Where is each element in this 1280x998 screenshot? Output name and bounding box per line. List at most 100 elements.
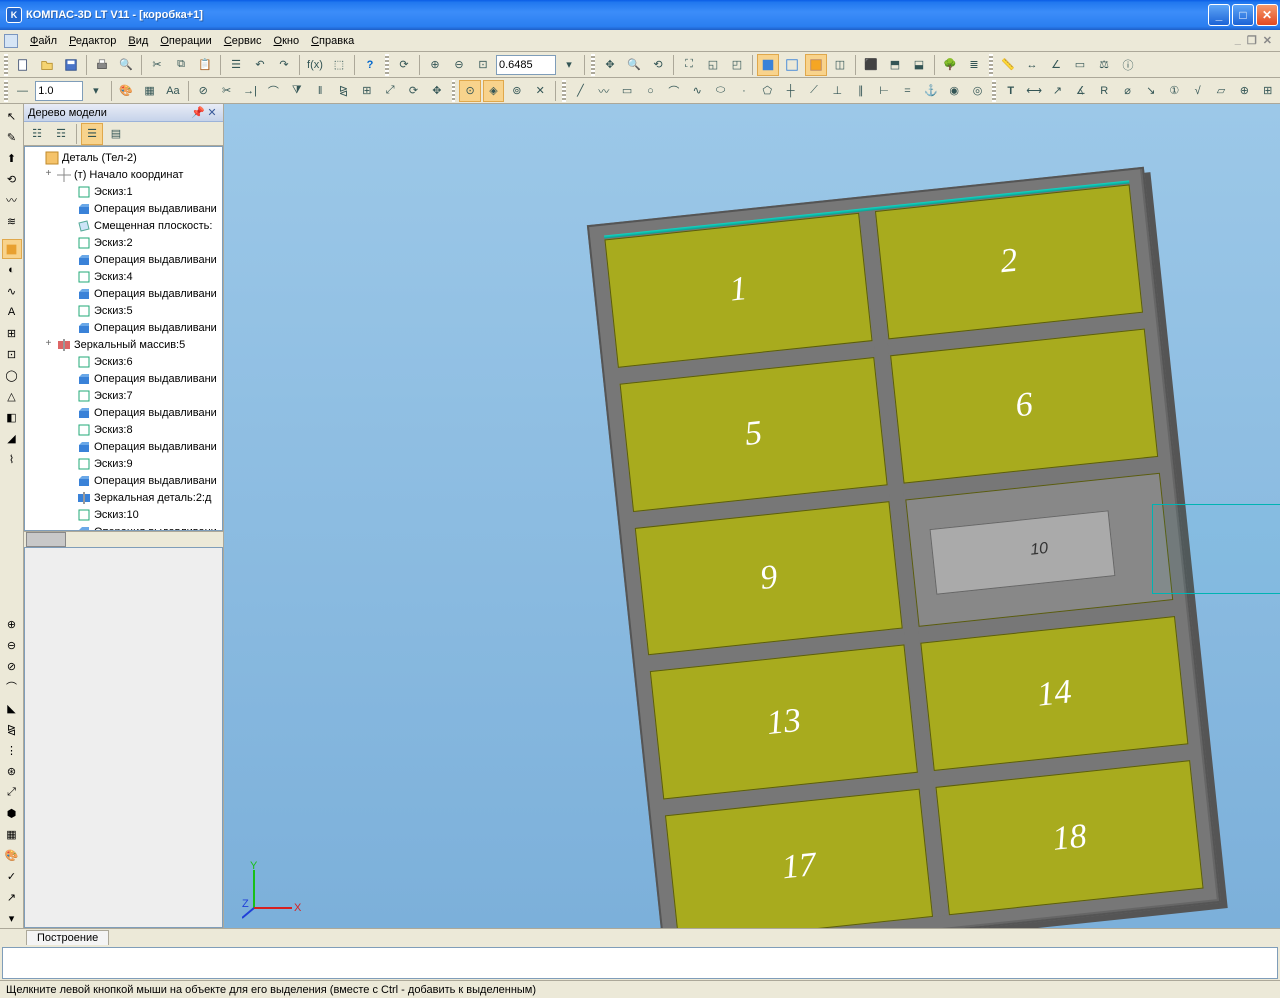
- help-icon[interactable]: ?: [359, 54, 381, 76]
- fit-button[interactable]: ⛶: [678, 54, 700, 76]
- rotate2-button[interactable]: ⟳: [403, 80, 424, 102]
- undo-button[interactable]: ↶: [249, 54, 271, 76]
- shell-button[interactable]: ◧: [2, 407, 22, 427]
- tree-node[interactable]: Эскиз:6: [25, 353, 222, 370]
- fix-tool[interactable]: ⚓: [920, 80, 941, 102]
- move-button[interactable]: ✥: [426, 80, 447, 102]
- tree-node[interactable]: +Зеркальный массив:5: [25, 336, 222, 353]
- tree-view1-button[interactable]: ☷: [26, 123, 48, 145]
- sketch-tool[interactable]: ✎: [2, 127, 22, 147]
- copy-button[interactable]: ⧉: [170, 54, 192, 76]
- measure-angle-button[interactable]: ∠: [1045, 54, 1067, 76]
- toolbar-grip[interactable]: [4, 80, 8, 102]
- tree-node[interactable]: Деталь (Тел-2): [25, 149, 222, 166]
- dim-rad-tool[interactable]: R: [1094, 80, 1115, 102]
- check-button[interactable]: ✓: [2, 866, 22, 886]
- coinc-tool[interactable]: ◉: [943, 80, 964, 102]
- tree-node[interactable]: Операция выдавливани: [25, 370, 222, 387]
- array-button[interactable]: ⊞: [356, 80, 377, 102]
- tree-node[interactable]: Эскиз:1: [25, 183, 222, 200]
- print-button[interactable]: [91, 54, 113, 76]
- mirror3d-button[interactable]: ⧎: [2, 719, 22, 739]
- zoom-in-icon[interactable]: ⊕: [424, 54, 446, 76]
- chamfer3d-button[interactable]: ◣: [2, 698, 22, 718]
- more-button[interactable]: ▾: [2, 908, 22, 928]
- mdi-restore-button[interactable]: ❐: [1247, 34, 1257, 47]
- surface-panel-button[interactable]: ◐: [2, 260, 22, 280]
- tree-node[interactable]: Смещенная плоскость:: [25, 217, 222, 234]
- mass-props-button[interactable]: ⚖: [1093, 54, 1115, 76]
- measure-button[interactable]: 📏: [997, 54, 1019, 76]
- select-tool[interactable]: ↖: [2, 106, 22, 126]
- draft-button[interactable]: ◢: [2, 428, 22, 448]
- mirror-button[interactable]: ⧎: [333, 80, 354, 102]
- pattern-lin-button[interactable]: ⋮: [2, 740, 22, 760]
- tree-node[interactable]: Операция выдавливани: [25, 251, 222, 268]
- fillet-button[interactable]: ⌒: [263, 80, 284, 102]
- circle-tool[interactable]: ○: [640, 80, 661, 102]
- pan-button[interactable]: ✥: [599, 54, 621, 76]
- tab-construction[interactable]: Построение: [26, 930, 109, 945]
- wireframe-button[interactable]: [781, 54, 803, 76]
- orient-button[interactable]: ⬛: [860, 54, 882, 76]
- paste-button[interactable]: 📋: [194, 54, 216, 76]
- material-button[interactable]: ▦: [2, 824, 22, 844]
- tang-tool[interactable]: ⊥: [827, 80, 848, 102]
- close-button[interactable]: ✕: [1256, 4, 1278, 26]
- line-tool[interactable]: ╱: [570, 80, 591, 102]
- thread-button[interactable]: ⌇: [2, 449, 22, 469]
- chamfer-button[interactable]: ⧩: [286, 80, 307, 102]
- toolbar-grip[interactable]: [562, 80, 566, 102]
- tree-node[interactable]: Эскиз:4: [25, 268, 222, 285]
- point-tool[interactable]: ·: [733, 80, 754, 102]
- zoom-input[interactable]: [496, 55, 556, 75]
- style-button[interactable]: Aa: [162, 80, 183, 102]
- dim-align-tool[interactable]: ↗: [1047, 80, 1068, 102]
- redo-button[interactable]: ↷: [273, 54, 295, 76]
- tree-node[interactable]: Операция выдавливани: [25, 523, 222, 531]
- polygon-tool[interactable]: ⬠: [757, 80, 778, 102]
- tree-button[interactable]: 🌳: [939, 54, 961, 76]
- mdi-minimize-button[interactable]: _: [1235, 34, 1241, 47]
- menu-operations[interactable]: Операции: [154, 33, 217, 49]
- leader-tool[interactable]: ↘: [1140, 80, 1161, 102]
- dropdown-icon[interactable]: ▾: [85, 80, 106, 102]
- tree-node[interactable]: Операция выдавливани: [25, 200, 222, 217]
- pattern-circ-button[interactable]: ⊛: [2, 761, 22, 781]
- hole-button[interactable]: ◯: [2, 365, 22, 385]
- pin-icon[interactable]: 📌: [191, 106, 205, 120]
- library-button[interactable]: ⬚: [328, 54, 350, 76]
- extend-button[interactable]: →|: [239, 80, 260, 102]
- minimize-button[interactable]: _: [1208, 4, 1230, 26]
- shaded-view-button[interactable]: [757, 54, 779, 76]
- fillet3d-button[interactable]: ⌒: [2, 677, 22, 697]
- mdi-close-button[interactable]: ✕: [1263, 34, 1272, 47]
- tree-node[interactable]: Операция выдавливани: [25, 472, 222, 489]
- zoom-prev-button[interactable]: ◰: [726, 54, 748, 76]
- menu-file[interactable]: ФФайлайл: [24, 33, 63, 49]
- perspective-button[interactable]: ◫: [829, 54, 851, 76]
- conc-tool[interactable]: ◎: [967, 80, 988, 102]
- linetype-button[interactable]: —: [12, 80, 33, 102]
- datum-tool[interactable]: ▱: [1210, 80, 1231, 102]
- new-button[interactable]: [12, 54, 34, 76]
- rotate-button[interactable]: ⟲: [647, 54, 669, 76]
- save-button[interactable]: [60, 54, 82, 76]
- menu-view[interactable]: Вид: [122, 33, 154, 49]
- toolbar-grip[interactable]: [591, 54, 595, 76]
- tree-node[interactable]: Операция выдавливани: [25, 404, 222, 421]
- model-tree[interactable]: Деталь (Тел-2)+(т) Начало координатЭскиз…: [24, 146, 223, 531]
- snap-mid-button[interactable]: ◈: [483, 80, 504, 102]
- cut-button[interactable]: ✂: [146, 54, 168, 76]
- arc-tool[interactable]: ⌒: [663, 80, 684, 102]
- tree-node[interactable]: Эскиз:2: [25, 234, 222, 251]
- break-button[interactable]: ⊘: [193, 80, 214, 102]
- dim-linear-tool[interactable]: ⟷: [1023, 80, 1044, 102]
- panel-close-icon[interactable]: ✕: [205, 106, 219, 120]
- menu-window[interactable]: Окно: [268, 33, 306, 49]
- section-button[interactable]: ⬒: [884, 54, 906, 76]
- layers-button[interactable]: ≣: [963, 54, 985, 76]
- toolbar-grip[interactable]: [4, 54, 8, 76]
- variables-button[interactable]: f(x): [304, 54, 326, 76]
- tree-node[interactable]: Зеркальная деталь:2:д: [25, 489, 222, 506]
